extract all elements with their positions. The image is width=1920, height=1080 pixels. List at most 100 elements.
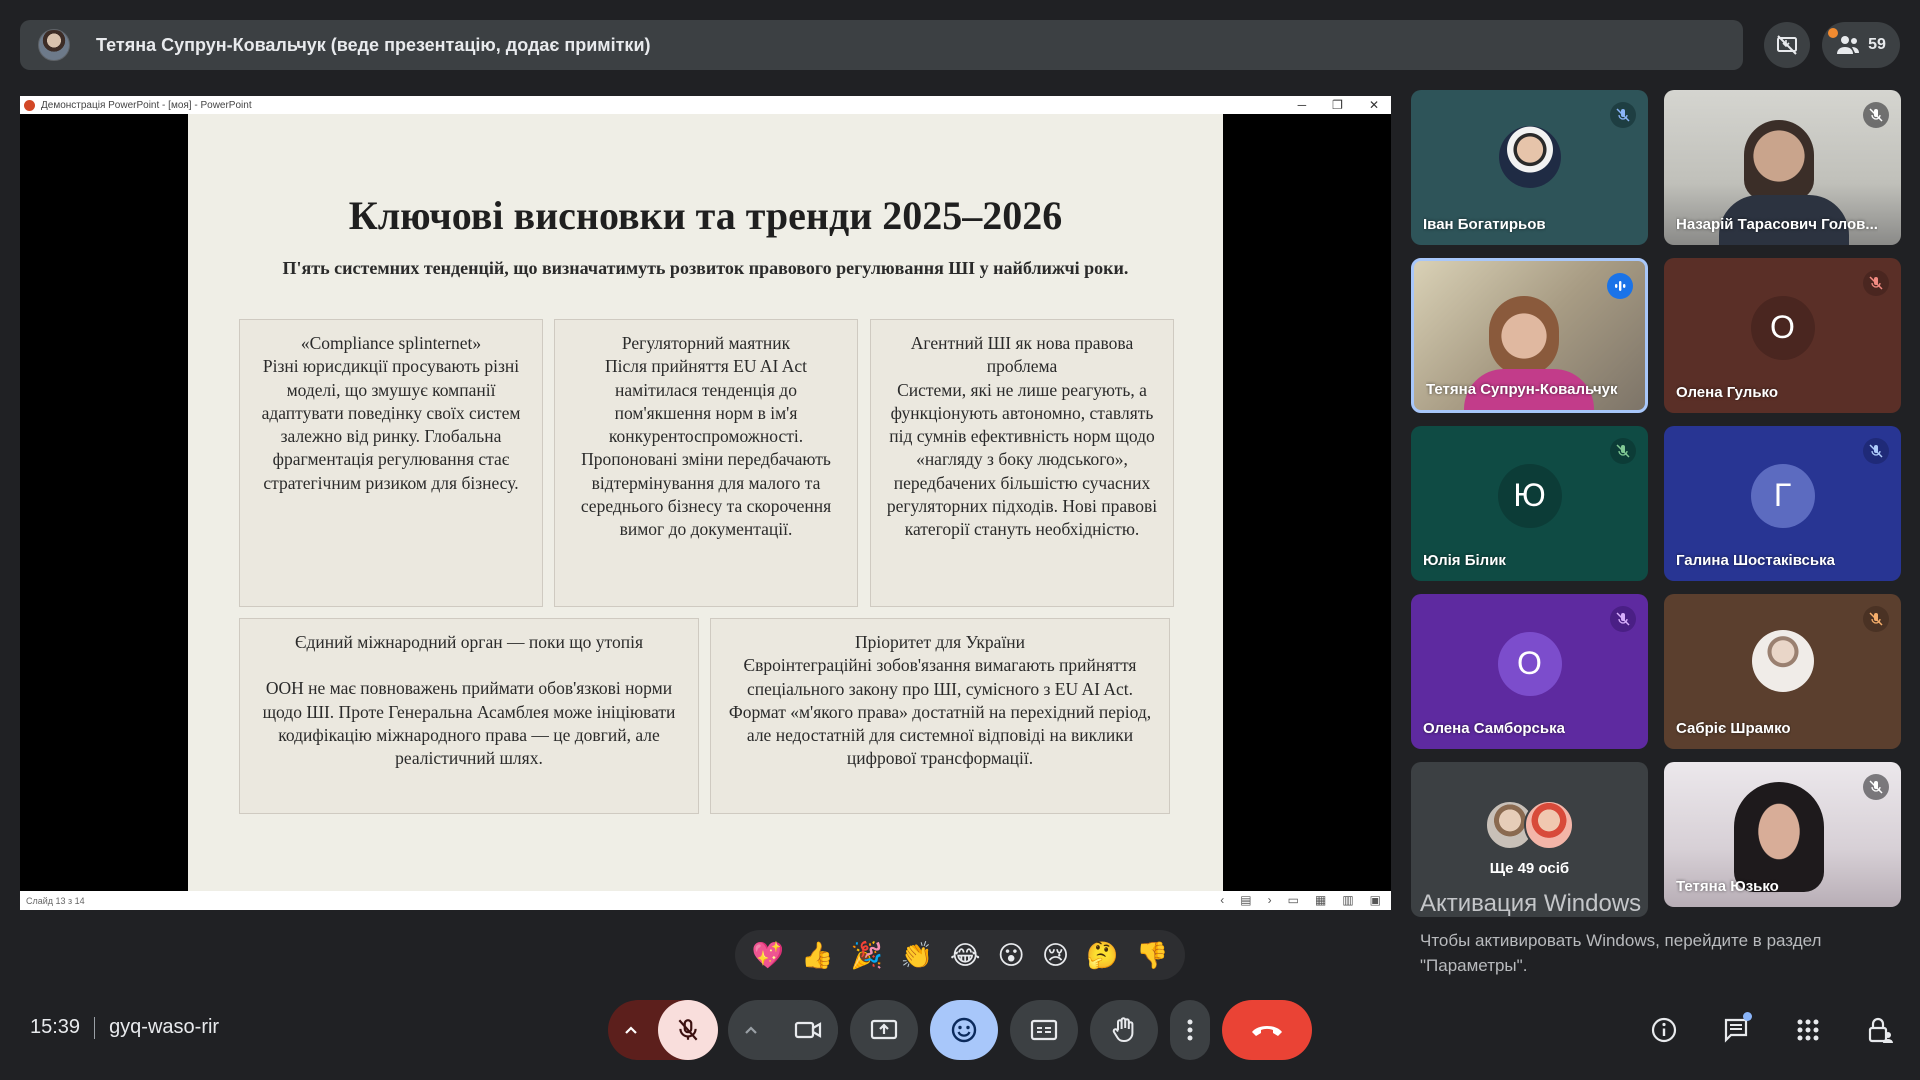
participant-name: Олена Гулько bbox=[1676, 384, 1779, 401]
party-popper-reaction[interactable]: 🎉 bbox=[851, 940, 883, 971]
slideshow-view-icon[interactable]: ▣ bbox=[1370, 893, 1381, 907]
trend-card-heading: Агентний ШІ як нова правова проблема bbox=[910, 333, 1134, 377]
reactions-button[interactable] bbox=[930, 1000, 998, 1060]
participant-tile-active-speaker[interactable]: Тетяна Супрун-Ковальчук bbox=[1411, 258, 1648, 413]
activation-text: Чтобы активировать Windows, перейдите в … bbox=[1420, 931, 1822, 975]
presenter-bar: Тетяна Супрун-Ковальчук (веде презентаці… bbox=[20, 20, 1743, 70]
activities-button[interactable] bbox=[1790, 1012, 1826, 1048]
reading-view-icon[interactable]: ▥ bbox=[1342, 893, 1353, 907]
info-icon bbox=[1651, 1017, 1677, 1043]
emoji-icon bbox=[951, 1017, 977, 1043]
participant-video bbox=[1744, 120, 1814, 200]
powerpoint-window: Демонстрація PowerPoint - [моя] - PowerP… bbox=[20, 96, 1391, 910]
leave-call-button[interactable] bbox=[1222, 1000, 1312, 1060]
close-icon[interactable]: ✕ bbox=[1369, 96, 1379, 114]
normal-view-icon[interactable]: ▭ bbox=[1288, 893, 1299, 907]
mic-off-icon bbox=[1863, 270, 1889, 296]
lock-person-icon bbox=[1868, 1017, 1893, 1043]
activation-title: Активация Windows bbox=[1420, 890, 1642, 917]
participant-tile[interactable]: О Олена Гулько bbox=[1664, 258, 1901, 413]
crying-reaction[interactable]: 😢 bbox=[1042, 940, 1069, 971]
divider bbox=[94, 1016, 96, 1039]
camera-toggle-button[interactable] bbox=[778, 1000, 838, 1060]
prev-slide-icon[interactable]: ‹ bbox=[1220, 893, 1224, 907]
presenter-title: Тетяна Супрун-Ковальчук (веде презентаці… bbox=[96, 34, 651, 55]
surprised-reaction[interactable]: 😮 bbox=[998, 940, 1025, 971]
participant-tile[interactable]: О Олена Самборська bbox=[1411, 594, 1648, 749]
trend-card-3: Агентний ШІ як нова правова проблема Сис… bbox=[870, 319, 1174, 607]
participant-tile[interactable]: Тетяна Юзько bbox=[1664, 762, 1901, 907]
participant-name: Галина Шостаківська bbox=[1676, 552, 1835, 569]
chat-button[interactable] bbox=[1718, 1012, 1754, 1048]
clapping-reaction[interactable]: 👏 bbox=[900, 940, 932, 971]
videocam-icon bbox=[794, 1021, 822, 1039]
trend-card-text: Євроінтеграційні зобов'язання вимагають … bbox=[728, 655, 1152, 769]
present-screen-button[interactable] bbox=[850, 1000, 918, 1060]
participant-tile[interactable]: Г Галина Шостаківська bbox=[1664, 426, 1901, 581]
windows-activation-watermark: Активация Windows Чтобы активировать Win… bbox=[1420, 890, 1860, 978]
chevron-up-icon bbox=[625, 1026, 637, 1034]
audio-options-button[interactable] bbox=[608, 1000, 654, 1060]
participant-avatar bbox=[1751, 629, 1814, 692]
slide-subtitle: П'ять системних тенденцій, що визначатим… bbox=[282, 258, 1129, 278]
minimize-icon[interactable]: ─ bbox=[1298, 96, 1307, 114]
slide-menu-icon[interactable]: ▤ bbox=[1240, 893, 1251, 907]
thumbs-down-reaction[interactable]: 👎 bbox=[1136, 940, 1168, 971]
participants-button[interactable]: 59 bbox=[1822, 22, 1900, 68]
video-options-button[interactable] bbox=[728, 1000, 774, 1060]
slide: Ключові висновки та тренди 2025–2026 П'я… bbox=[188, 114, 1223, 891]
participant-tile[interactable]: Ю Юлія Білик bbox=[1411, 426, 1648, 581]
next-slide-icon[interactable]: › bbox=[1268, 893, 1272, 907]
mic-off-icon bbox=[1863, 606, 1889, 632]
raise-hand-button[interactable] bbox=[1090, 1000, 1158, 1060]
more-participants-label: Ще 49 осіб bbox=[1489, 860, 1570, 877]
participant-name: Іван Богатирьов bbox=[1423, 216, 1546, 233]
thumbs-up-reaction[interactable]: 👍 bbox=[801, 940, 833, 971]
more-options-button[interactable] bbox=[1170, 1000, 1210, 1060]
call-end-icon bbox=[1252, 1026, 1282, 1036]
meeting-info: 15:39 gyq-waso-rir bbox=[30, 1016, 219, 1039]
trend-card-1: «Compliance splinternet» Різні юрисдикці… bbox=[239, 319, 543, 607]
captions-button[interactable] bbox=[1010, 1000, 1078, 1060]
participant-tile[interactable]: Іван Богатирьов bbox=[1411, 90, 1648, 245]
powerpoint-window-title: Демонстрація PowerPoint - [моя] - PowerP… bbox=[41, 99, 252, 111]
mic-off-icon bbox=[1863, 774, 1889, 800]
slide-title: Ключові висновки та тренди 2025–2026 bbox=[348, 193, 1063, 238]
laughing-reaction[interactable]: 😂 bbox=[950, 940, 980, 971]
sorter-view-icon[interactable]: ▦ bbox=[1315, 893, 1326, 907]
right-toolbar bbox=[1646, 1012, 1898, 1048]
presentation-off-button[interactable] bbox=[1764, 22, 1810, 68]
participant-video bbox=[1489, 296, 1559, 376]
presenter-avatar bbox=[38, 29, 70, 61]
participant-name: Сабріє Шрамко bbox=[1676, 720, 1791, 737]
host-controls-button[interactable] bbox=[1862, 1012, 1898, 1048]
reactions-bar: 💖 👍 🎉 👏 😂 😮 😢 🤔 👎 bbox=[735, 930, 1185, 980]
slide-counter: Слайд 13 з 14 bbox=[26, 895, 85, 906]
clock: 15:39 bbox=[30, 1016, 81, 1038]
thinking-reaction[interactable]: 🤔 bbox=[1086, 940, 1118, 971]
mic-off-icon bbox=[1863, 438, 1889, 464]
participant-tile[interactable]: Назарій Тарасович Голов... bbox=[1664, 90, 1901, 245]
mic-off-icon bbox=[1610, 102, 1636, 128]
participant-tile[interactable]: Сабріє Шрамко bbox=[1664, 594, 1901, 749]
meeting-details-button[interactable] bbox=[1646, 1012, 1682, 1048]
hand-icon bbox=[1112, 1017, 1134, 1042]
meeting-code: gyq-waso-rir bbox=[109, 1016, 220, 1038]
participant-initial: Ю bbox=[1497, 463, 1562, 528]
speaking-indicator-icon bbox=[1607, 273, 1633, 299]
trend-card-text: Після прийняття EU AI Act намітилася тен… bbox=[580, 356, 832, 540]
mic-off-icon bbox=[1863, 102, 1889, 128]
sparkling-heart-reaction[interactable]: 💖 bbox=[752, 940, 784, 971]
powerpoint-logo-icon bbox=[24, 99, 35, 111]
notification-dot bbox=[1828, 28, 1838, 38]
participant-name: Тетяна Супрун-Ковальчук bbox=[1426, 381, 1618, 398]
participant-count: 59 bbox=[1868, 36, 1886, 53]
participant-initial: О bbox=[1497, 631, 1562, 696]
trend-card-text: Системи, які не лише реагують, а функціо… bbox=[886, 379, 1158, 540]
restore-icon[interactable]: ❐ bbox=[1332, 96, 1343, 114]
trend-card-heading: Регуляторний маятник bbox=[621, 333, 791, 353]
unread-dot bbox=[1743, 1012, 1752, 1021]
window-controls: ─ ❐ ✕ bbox=[1298, 96, 1379, 114]
mic-toggle-button[interactable] bbox=[658, 1000, 718, 1060]
trend-card-heading: «Compliance splinternet» bbox=[300, 333, 482, 353]
